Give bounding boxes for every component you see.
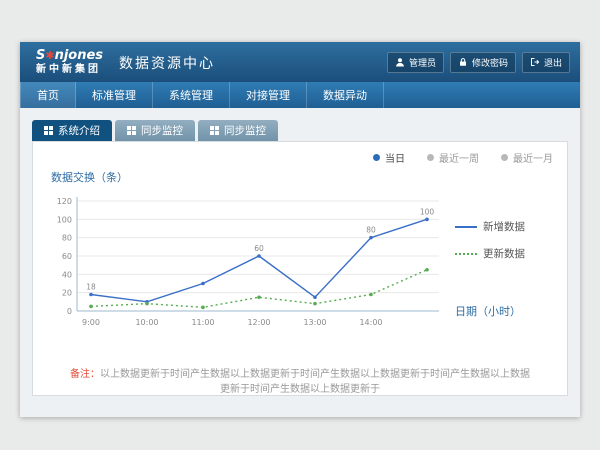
change-password-button[interactable]: 修改密码 — [450, 52, 516, 73]
series-legend: 新增数据 更新数据 日期（小时） — [455, 187, 525, 339]
app-header: S✱njones 新中新集团 数据资源中心 管理员 修改密码 退出 — [20, 42, 580, 82]
header-actions: 管理员 修改密码 退出 — [387, 52, 570, 73]
nav-item-data-change[interactable]: 数据异动 — [307, 82, 384, 108]
synjones-logo: S✱njones 新中新集团 — [36, 49, 103, 74]
page-title: 数据资源中心 — [119, 53, 215, 73]
change-password-label: 修改密码 — [472, 56, 508, 69]
logout-label: 退出 — [544, 56, 562, 69]
grid-icon — [127, 126, 136, 135]
logo-subtitle: 新中新集团 — [36, 64, 103, 75]
legend-item-updated-data[interactable]: 更新数据 — [455, 246, 525, 261]
svg-text:14:00: 14:00 — [359, 318, 382, 327]
bullet-icon — [501, 154, 508, 161]
tab-sync-monitor-1[interactable]: 同步监控 — [115, 120, 195, 141]
admin-user-button[interactable]: 管理员 — [387, 52, 444, 73]
filter-last-month[interactable]: 最近一月 — [501, 150, 553, 165]
svg-text:100: 100 — [420, 207, 435, 216]
user-icon — [395, 57, 405, 67]
nav-item-home[interactable]: 首页 — [20, 82, 76, 108]
svg-text:60: 60 — [62, 252, 72, 261]
logo-text-rest: njones — [55, 48, 103, 63]
admin-user-label: 管理员 — [409, 56, 436, 69]
time-range-filters: 当日 最近一周 最近一月 — [47, 150, 553, 165]
x-axis-title: 日期（小时） — [455, 303, 525, 319]
footnote-text: 以上数据更新于时间产生数据以上数据更新于时间产生数据以上数据更新于时间产生数据以… — [100, 369, 530, 395]
nav-item-standard-mgmt[interactable]: 标准管理 — [76, 82, 153, 108]
tab-label: 同步监控 — [224, 123, 266, 138]
svg-text:9:00: 9:00 — [82, 318, 100, 327]
blue-line-icon — [455, 226, 477, 228]
svg-text:60: 60 — [254, 244, 264, 253]
filter-today[interactable]: 当日 — [373, 150, 405, 165]
grid-icon — [44, 126, 53, 135]
tab-system-intro[interactable]: 系统介绍 — [32, 120, 112, 141]
svg-text:80: 80 — [62, 234, 72, 243]
svg-text:10:00: 10:00 — [135, 318, 158, 327]
footnote-label: 备注： — [70, 369, 100, 380]
svg-text:120: 120 — [57, 197, 72, 206]
main-nav: 首页 标准管理 系统管理 对接管理 数据异动 — [20, 82, 580, 108]
svg-text:100: 100 — [57, 215, 72, 224]
chart-wrap: 0 20 40 60 80 100 120 9:00 10:00 11:00 12:00 13:00 1… — [47, 187, 553, 339]
filter-label: 当日 — [385, 150, 405, 165]
lock-icon — [458, 57, 468, 67]
y-axis-title: 数据交换（条） — [51, 169, 553, 185]
filter-label: 最近一月 — [513, 150, 553, 165]
logo-star-icon: ✱ — [45, 49, 54, 62]
tab-bar: 系统介绍 同步监控 同步监控 — [32, 120, 580, 141]
content-area: 系统介绍 同步监控 同步监控 当日 — [20, 108, 580, 417]
legend-item-new-data[interactable]: 新增数据 — [455, 219, 525, 234]
svg-text:18: 18 — [86, 283, 96, 292]
svg-text:40: 40 — [62, 270, 72, 279]
filter-label: 最近一周 — [439, 150, 479, 165]
logo-text: S — [36, 48, 45, 63]
svg-text:80: 80 — [366, 226, 376, 235]
logout-button[interactable]: 退出 — [522, 52, 570, 73]
logout-icon — [530, 57, 540, 67]
bullet-icon — [427, 154, 434, 161]
tab-label: 同步监控 — [141, 123, 183, 138]
nav-item-integration-mgmt[interactable]: 对接管理 — [230, 82, 307, 108]
svg-text:12:00: 12:00 — [247, 318, 270, 327]
svg-text:13:00: 13:00 — [303, 318, 326, 327]
tab-label: 系统介绍 — [58, 123, 100, 138]
app-window: S✱njones 新中新集团 数据资源中心 管理员 修改密码 退出 — [20, 42, 580, 417]
series-label: 更新数据 — [483, 246, 525, 261]
grid-icon — [210, 126, 219, 135]
bullet-icon — [373, 154, 380, 161]
series-label: 新增数据 — [483, 219, 525, 234]
green-dotted-line-icon — [455, 253, 477, 255]
svg-text:20: 20 — [62, 289, 72, 298]
chart-card: 当日 最近一周 最近一月 数据交换（条） 0 20 40 60 80 100 120 9:00… — [32, 141, 568, 396]
svg-text:0: 0 — [67, 307, 72, 316]
data-exchange-line-chart: 0 20 40 60 80 100 120 9:00 10:00 11:00 12:00 13:00 1… — [47, 187, 447, 339]
svg-text:11:00: 11:00 — [191, 318, 214, 327]
filter-last-week[interactable]: 最近一周 — [427, 150, 479, 165]
footnote: 备注：以上数据更新于时间产生数据以上数据更新于时间产生数据以上数据更新于时间产生… — [47, 365, 553, 395]
logo-brand: S✱njones — [36, 49, 103, 63]
tab-sync-monitor-2[interactable]: 同步监控 — [198, 120, 278, 141]
nav-item-system-mgmt[interactable]: 系统管理 — [153, 82, 230, 108]
